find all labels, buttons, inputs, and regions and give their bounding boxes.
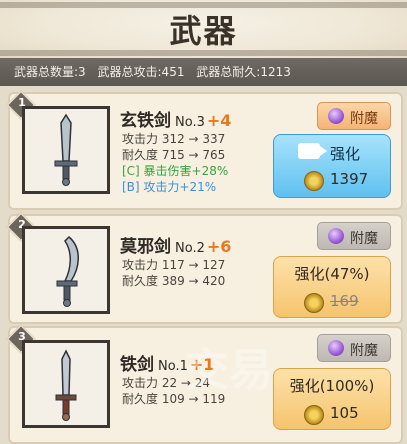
weapon-list[interactable]: 1 玄铁剑 No.3 +4 攻击力 312 → 337 耐久度 715 → 765 … [0,86,407,444]
weapon-card-2[interactable]: 2 莫邪剑 No.2 +6 攻击力 117 → 127 耐久度 389 → 420 … [6,212,403,324]
upgrade-cost: 169 [330,292,359,310]
enchant-button[interactable]: 附魔 [317,102,391,130]
coin-icon [304,405,324,425]
enchant-button[interactable]: 附魔 [317,334,391,362]
coin-icon [304,171,324,191]
coin-icon [304,293,324,313]
enchant-label: 附魔 [350,231,378,247]
weapon-thumbnail[interactable] [22,226,110,314]
weapon-thumbnail[interactable] [22,340,110,428]
upgrade-label: 强化(100%) [289,377,375,395]
curved-sword-icon [56,235,79,307]
durability-stat: 耐久度 109 → 119 [122,392,226,406]
page-title: 武器 [169,12,238,50]
weapon-name: 莫邪剑 [120,237,171,257]
attack-stat: 攻击力 117 → 127 [122,258,226,272]
upgrade-label: 强化(47%) [294,265,370,283]
upgrade-label: 强化 [330,145,361,163]
iron-sword-icon [55,349,77,421]
durability-stat: 耐久度 715 → 765 [122,148,226,162]
upgrade-cost: 105 [330,404,359,422]
total-count: 武器总数量:3 [14,65,86,79]
weapon-level: +1 [189,355,215,374]
attack-stat: 攻击力 312 → 337 [122,132,226,146]
weapon-number: No.2 [175,241,205,256]
video-ad-icon [298,143,327,159]
upgrade-button[interactable]: 强化 1397 [273,134,391,198]
weapon-number: No.1 [158,359,188,374]
weapon-thumbnail[interactable] [22,106,110,194]
enchant-label: 附魔 [350,343,378,359]
enchant-orb-icon [328,108,344,124]
total-durability: 武器总耐久:1213 [196,65,291,79]
weapon-number: No.3 [175,115,205,130]
weapon-name: 铁剑 [120,355,154,375]
enchant-button[interactable]: 附魔 [317,222,391,250]
stats-summary: 武器总数量:3 武器总攻击:451 武器总耐久:1213 [0,58,407,86]
upgrade-button[interactable]: 强化(47%) 169 [273,256,391,318]
attack-stat: 攻击力 22 → 24 [122,376,211,390]
title-bar: 武器 [0,0,407,58]
attack-bonus: [B] 攻击力+21% [122,180,217,194]
upgrade-cost: 1397 [330,170,369,188]
crit-bonus: [C] 暴击伤害+28% [122,164,229,178]
enchant-label: 附魔 [350,111,378,127]
enchant-orb-icon [328,228,344,244]
total-attack: 武器总攻击:451 [97,65,185,79]
upgrade-button[interactable]: 强化(100%) 105 [273,368,391,430]
enchant-orb-icon [328,340,344,356]
weapon-title: 玄铁剑 No.3 +4 [120,106,231,131]
weapon-level: +4 [206,111,232,130]
weapon-level: +6 [206,237,232,256]
weapon-title: 铁剑 No.1 +1 [120,350,214,375]
sword-icon [54,113,78,186]
weapon-title: 莫邪剑 No.2 +6 [120,232,231,257]
weapon-card-1[interactable]: 1 玄铁剑 No.3 +4 攻击力 312 → 337 耐久度 715 → 765 … [6,90,403,210]
durability-stat: 耐久度 389 → 420 [122,274,226,288]
weapon-card-3[interactable]: 3 铁剑 No.1 +1 攻击力 22 → 24 耐久度 109 → 119 附魔 … [6,324,403,444]
weapon-name: 玄铁剑 [120,111,171,131]
